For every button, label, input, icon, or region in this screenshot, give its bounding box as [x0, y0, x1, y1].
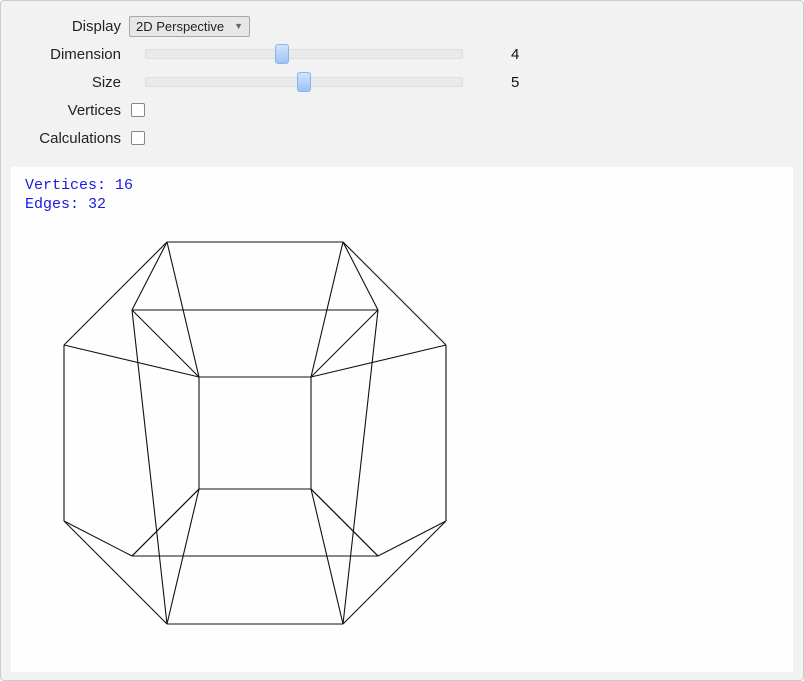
slider-track: [145, 49, 463, 59]
display-select[interactable]: 2D Perspective ▼: [129, 16, 250, 37]
dimension-value: 4: [511, 46, 519, 63]
dimension-label: Dimension: [13, 46, 129, 63]
panel: Display 2D Perspective ▼ Dimension 4 Siz…: [0, 0, 804, 681]
canvas-area: Vertices: 16 Edges: 32: [11, 167, 793, 672]
vertices-cb-label: Vertices: [13, 102, 129, 119]
slider-thumb[interactable]: [297, 72, 311, 92]
dimension-slider[interactable]: 4: [145, 44, 463, 64]
vertices-checkbox[interactable]: [131, 103, 145, 117]
row-calc-cb: Calculations: [13, 125, 791, 151]
row-dimension: Dimension 4: [13, 41, 791, 67]
display-label: Display: [13, 18, 129, 35]
stats-text: Vertices: 16 Edges: 32: [25, 177, 779, 215]
row-size: Size 5: [13, 69, 791, 95]
calculations-checkbox[interactable]: [131, 131, 145, 145]
size-value: 5: [511, 74, 519, 91]
controls-area: Display 2D Perspective ▼ Dimension 4 Siz…: [1, 1, 803, 161]
row-vertices-cb: Vertices: [13, 97, 791, 123]
display-select-value: 2D Perspective: [136, 19, 224, 34]
row-display: Display 2D Perspective ▼: [13, 13, 791, 39]
size-slider[interactable]: 5: [145, 72, 463, 92]
size-label: Size: [13, 74, 129, 91]
hypercube-figure: [39, 217, 469, 647]
calc-cb-label: Calculations: [13, 130, 129, 147]
slider-thumb[interactable]: [275, 44, 289, 64]
chevron-down-icon: ▼: [234, 21, 243, 31]
